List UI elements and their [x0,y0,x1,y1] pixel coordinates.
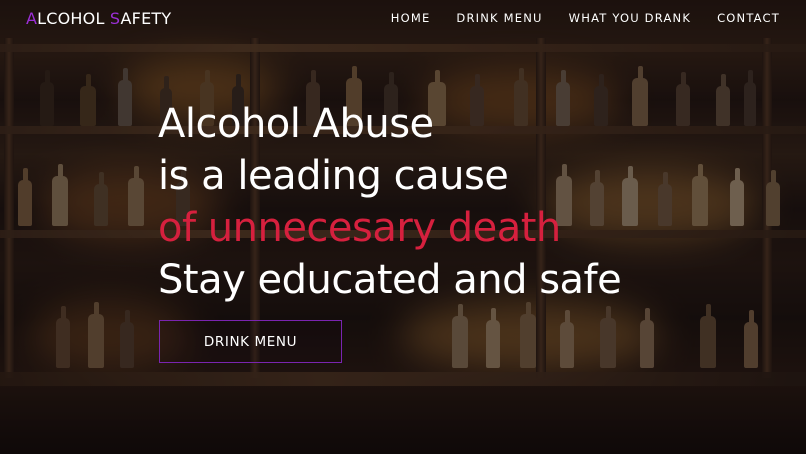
main-menu: HOME DRINK MENU WHAT YOU DRANK CONTACT [391,11,780,25]
brand-word-safety: AFETY [120,9,172,28]
nav-link-what-you-drank[interactable]: WHAT YOU DRANK [569,11,691,25]
headline-line-2: is a leading cause [158,153,509,199]
top-navbar: ALCOHOL SAFETY HOME DRINK MENU WHAT YOU … [0,0,806,38]
brand-word-alcohol: LCOHOL [37,9,110,28]
hero-section: ALCOHOL SAFETY HOME DRINK MENU WHAT YOU … [0,0,806,454]
brand-initial-a: A [26,9,38,28]
hero-headline: Alcohol Abuse is a leading cause of unne… [158,98,622,306]
nav-link-contact[interactable]: CONTACT [717,11,780,25]
headline-line-3-highlight: of unnecesary death [158,205,561,251]
headline-line-1: Alcohol Abuse [158,101,434,147]
nav-link-drink-menu[interactable]: DRINK MENU [456,11,542,25]
nav-link-home[interactable]: HOME [391,11,431,25]
headline-line-4: Stay educated and safe [158,257,622,303]
brand-initial-s: S [109,9,121,28]
drink-menu-button[interactable]: DRINK MENU [159,320,342,363]
brand-logo[interactable]: ALCOHOL SAFETY [26,9,171,28]
